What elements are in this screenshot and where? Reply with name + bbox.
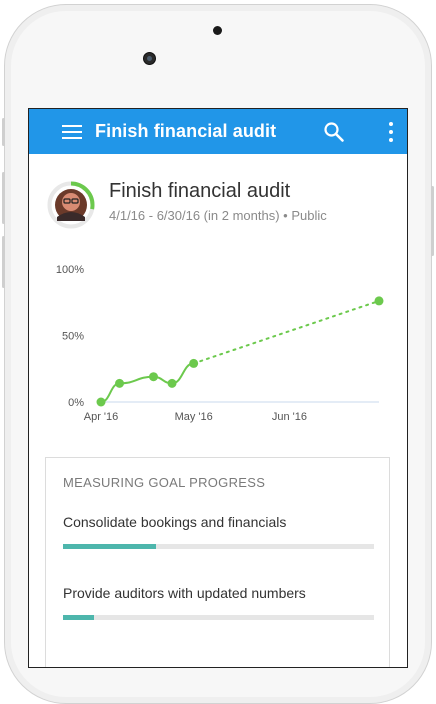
app-bar-title: Finish financial audit: [95, 121, 277, 141]
x-tick-label: May '16: [175, 411, 213, 423]
phone-side-button: [2, 118, 5, 146]
goal-progress-ring: [47, 181, 95, 229]
actual-progress-line: [100, 362, 194, 403]
measuring-card: MEASURING GOAL PROGRESS Consolidate book…: [45, 457, 390, 667]
measure-progress-track: [63, 544, 374, 549]
data-point: [374, 296, 384, 306]
phone-side-button: [431, 186, 434, 256]
y-tick-label: 0%: [68, 397, 84, 409]
phone-side-button: [2, 236, 5, 288]
x-tick-label: Jun '16: [272, 411, 307, 423]
progress-chart: 100% 50% 0%Apr '16 May '16 Jun '16: [56, 264, 384, 423]
x-tick-label: Apr '16: [84, 411, 119, 423]
app-bar: Finish financial audit: [29, 109, 407, 154]
goal-meta: 4/1/16 - 6/30/16 (in 2 months) • Public: [109, 208, 327, 223]
goal-title: Finish financial audit: [109, 180, 291, 202]
phone-sensor-dot: [213, 26, 222, 35]
measure-progress-fill: [63, 615, 95, 620]
phone-side-button: [2, 172, 5, 224]
data-point: [167, 378, 177, 388]
data-point: [115, 378, 125, 388]
camera-icon: [143, 52, 156, 65]
y-tick-label: 100%: [56, 264, 84, 276]
data-point: [96, 397, 106, 407]
more-vertical-icon[interactable]: [388, 122, 394, 144]
data-point: [149, 372, 159, 382]
measure-item-label: Provide auditors with updated numbers: [63, 585, 306, 601]
projected-progress-line: [192, 299, 380, 365]
hamburger-menu-icon[interactable]: [62, 125, 82, 139]
measure-progress-fill: [63, 544, 157, 549]
y-tick-label: 50%: [62, 331, 84, 343]
measure-progress-track: [63, 615, 374, 620]
measuring-heading: MEASURING GOAL PROGRESS: [63, 475, 266, 490]
user-avatar: [55, 189, 87, 221]
app-screen: Finish financial audit Finish financial …: [28, 108, 408, 668]
measure-item-label: Consolidate bookings and financials: [63, 514, 287, 530]
search-icon[interactable]: [323, 121, 345, 143]
data-point: [189, 358, 199, 368]
